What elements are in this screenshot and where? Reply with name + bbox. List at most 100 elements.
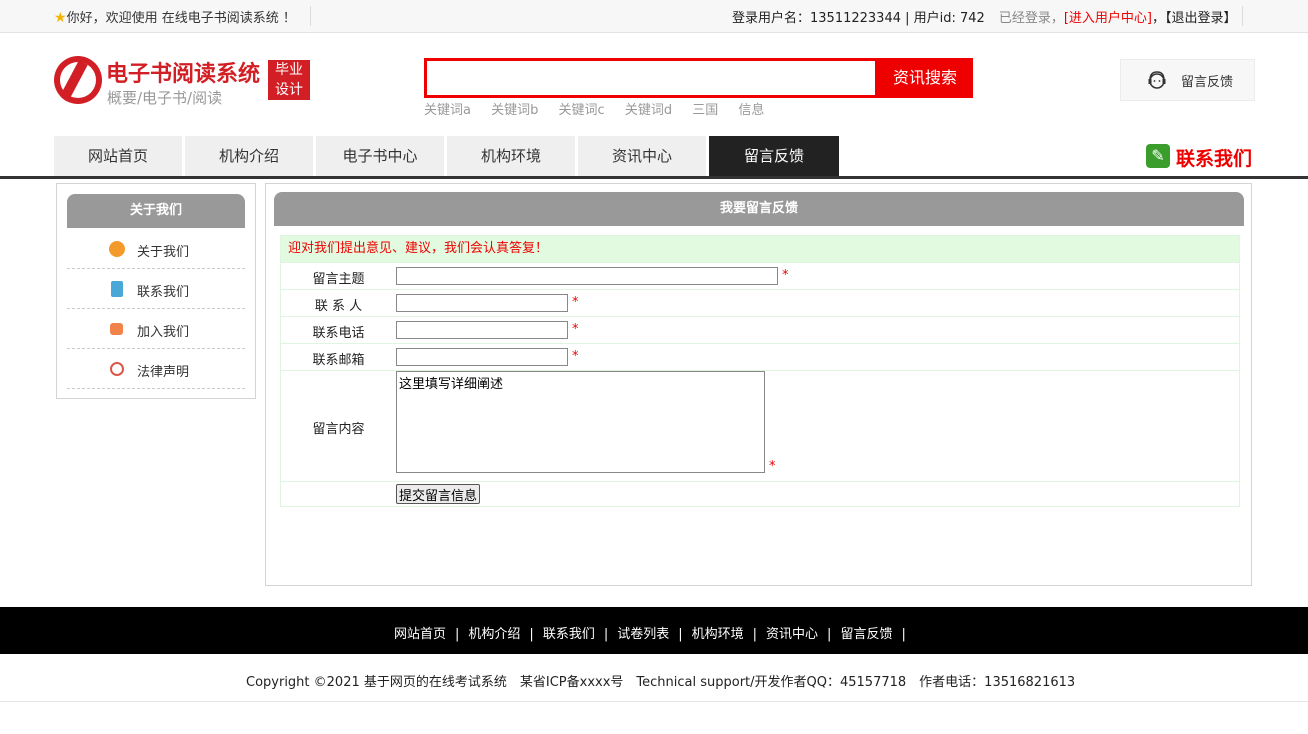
subject-input[interactable] — [396, 267, 778, 285]
keyword-link[interactable]: 关键词c — [559, 103, 605, 118]
form-row-phone: 联系电话 * — [281, 316, 1239, 343]
sidebar-item-legal[interactable]: 法律声明 — [67, 349, 245, 389]
keyword-link[interactable]: 关键词a — [424, 103, 471, 118]
comma: ， — [1152, 11, 1166, 26]
sidebar-item-label: 联系我们 — [137, 285, 190, 300]
support-text: Technical support/开发作者QQ：45157718 — [636, 675, 907, 690]
headset-icon — [1148, 71, 1166, 89]
nav-item-news[interactable]: 资讯中心 — [578, 136, 706, 176]
search-input[interactable] — [424, 58, 878, 98]
power-icon — [110, 362, 124, 376]
welcome-label: 你好，欢迎使用 在线电子书阅读系统 ！ — [66, 11, 296, 26]
sidebar-title: 关于我们 — [67, 194, 245, 228]
feedback-label: 留言反馈 — [1181, 75, 1234, 90]
copyright-text: Copyright ©2021 基于网页的在线考试系统 — [246, 675, 507, 690]
email-input[interactable] — [396, 348, 568, 366]
sidebar: 关于我们 关于我们 联系我们 加入我们 法律声明 — [56, 183, 256, 399]
footer-link-feedback[interactable]: 留言反馈 — [840, 627, 892, 642]
orange-circle-icon — [109, 241, 125, 257]
divider — [1242, 6, 1243, 26]
sidebar-item-about[interactable]: 关于我们 — [67, 229, 245, 269]
required-mark: * — [572, 295, 579, 310]
separator: | — [901, 627, 906, 642]
feedback-panel: 我要留言反馈 迎对我们提出意见、建议，我们会认真答复！ 留言主题 * 联 系 人… — [265, 183, 1252, 586]
keyword-links: 关键词a 关键词b 关键词c 关键词d 三国 信息 — [424, 99, 780, 118]
nav-item-feedback[interactable]: 留言反馈 — [709, 136, 839, 176]
logout-link[interactable]: 【退出登录】 — [1165, 11, 1237, 26]
divider — [310, 6, 311, 26]
sidebar-item-contact[interactable]: 联系我们 — [67, 269, 245, 309]
copyright-line: Copyright ©2021 基于网页的在线考试系统 某省ICP备xxxx号 Te… — [246, 671, 1088, 690]
separator: | — [603, 627, 609, 642]
required-mark: * — [572, 349, 579, 364]
form-row-subject: 留言主题 * — [281, 262, 1239, 289]
feedback-button[interactable]: 留言反馈 — [1120, 59, 1255, 101]
footer-link-environment[interactable]: 机构环境 — [692, 627, 744, 642]
keyword-link[interactable]: 三国 — [692, 103, 718, 118]
icp-text: 某省ICP备xxxx号 — [519, 675, 624, 690]
nav-item-environment[interactable]: 机构环境 — [447, 136, 575, 176]
footer-link-news[interactable]: 资讯中心 — [766, 627, 818, 642]
phone-text: 作者电话：13516821613 — [919, 675, 1076, 690]
form-row-submit: 提交留言信息 — [281, 481, 1239, 507]
form-notice: 迎对我们提出意见、建议，我们会认真答复！ — [281, 236, 1239, 262]
contact-us-label: 联系我们 — [1176, 148, 1253, 170]
check-pencil-icon: ✎ — [1146, 144, 1170, 168]
required-mark: * — [769, 459, 776, 474]
user-center-link[interactable]: [进入用户中心] — [1064, 11, 1152, 26]
user-label: 登录用户名：13511223344 | 用户id: 742 — [732, 11, 985, 26]
form-row-content: 留言内容 这里填写详细阐述 * — [281, 370, 1239, 481]
logo-subtitle: 概要/电子书/阅读 — [107, 89, 223, 107]
sidebar-item-label: 关于我们 — [137, 245, 190, 260]
user-info: 登录用户名：13511223344 | 用户id: 742 已经登录，[进入用户中… — [732, 7, 1237, 26]
contact-label: 联 系 人 — [314, 299, 363, 314]
keyword-link[interactable]: 关键词b — [491, 103, 538, 118]
form-row-contact: 联 系 人 * — [281, 289, 1239, 316]
panel-title: 我要留言反馈 — [274, 192, 1244, 226]
phone-input[interactable] — [396, 321, 568, 339]
star-icon: ★ — [54, 10, 67, 26]
footer-link-contact[interactable]: 联系我们 — [543, 627, 595, 642]
form-row-email: 联系邮箱 * — [281, 343, 1239, 370]
logo-title[interactable]: 电子书阅读系统 — [106, 56, 260, 88]
content-textarea[interactable]: 这里填写详细阐述 — [396, 371, 765, 473]
footer-link-home[interactable]: 网站首页 — [394, 627, 446, 642]
bottom-divider — [0, 701, 1308, 702]
sidebar-item-join[interactable]: 加入我们 — [67, 309, 245, 349]
email-label: 联系邮箱 — [312, 353, 365, 368]
search-button[interactable]: 资讯搜索 — [877, 58, 973, 98]
submit-button[interactable]: 提交留言信息 — [396, 484, 481, 504]
footer-link-about[interactable]: 机构介绍 — [468, 627, 520, 642]
keyword-link[interactable]: 关键词d — [625, 103, 672, 118]
content-label: 留言内容 — [312, 422, 365, 437]
feedback-form: 迎对我们提出意见、建议，我们会认真答复！ 留言主题 * 联 系 人 * 联系电话… — [280, 235, 1240, 507]
login-status: 已经登录， — [998, 11, 1064, 26]
footer-nav: 网站首页 | 机构介绍 | 联系我们 | 试卷列表 | 机构环境 | 资讯中心 | 留言反馈 | — [0, 607, 1308, 654]
separator: | — [827, 627, 832, 642]
logo-icon[interactable] — [54, 56, 102, 104]
subject-label: 留言主题 — [312, 272, 365, 287]
badge-line: 设计 — [275, 82, 303, 98]
lock-icon — [110, 323, 123, 335]
contact-input[interactable] — [396, 294, 568, 312]
required-mark: * — [572, 322, 579, 337]
phone-label: 联系电话 — [312, 326, 365, 341]
nav-item-about[interactable]: 机构介绍 — [185, 136, 313, 176]
clipboard-icon — [111, 281, 123, 297]
required-mark: * — [782, 268, 789, 283]
welcome-text: ★你好，欢迎使用 在线电子书阅读系统 ！ — [54, 7, 296, 26]
sidebar-item-label: 法律声明 — [137, 365, 190, 380]
nav-item-ebook[interactable]: 电子书中心 — [316, 136, 444, 176]
logo-badge: 毕业 设计 — [268, 60, 310, 100]
nav-item-home[interactable]: 网站首页 — [54, 136, 182, 176]
separator: | — [455, 627, 460, 642]
top-bar: ★你好，欢迎使用 在线电子书阅读系统 ！ 登录用户名：13511223344 |… — [0, 0, 1308, 33]
footer-link-papers[interactable]: 试卷列表 — [617, 627, 669, 642]
badge-line: 毕业 — [275, 62, 303, 78]
separator: | — [529, 627, 534, 642]
separator: | — [752, 627, 758, 642]
sidebar-item-label: 加入我们 — [137, 325, 190, 340]
keyword-link[interactable]: 信息 — [738, 103, 764, 118]
footer-links: 网站首页 | 机构介绍 | 联系我们 | 试卷列表 | 机构环境 | 资讯中心 | 留言反馈 | — [394, 623, 915, 642]
separator: | — [678, 627, 683, 642]
